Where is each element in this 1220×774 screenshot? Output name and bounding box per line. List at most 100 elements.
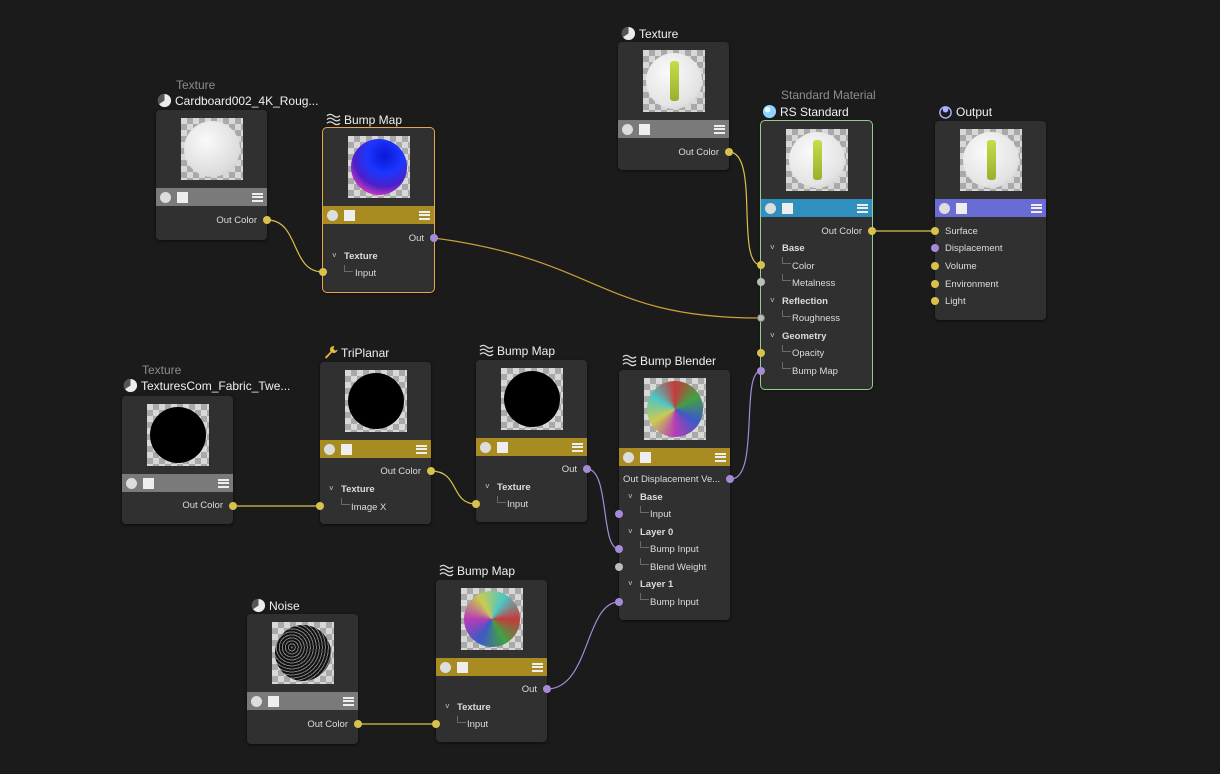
node-title[interactable]: TriPlanar [323, 345, 389, 360]
node-title[interactable]: Bump Map [439, 563, 515, 578]
menu-icon[interactable] [343, 696, 354, 706]
dollar-icon[interactable] [939, 202, 950, 214]
port-dot[interactable] [354, 720, 362, 728]
port-dot[interactable] [931, 297, 939, 305]
image-icon[interactable] [268, 695, 279, 707]
menu-icon[interactable] [416, 444, 427, 454]
port-dot[interactable] [931, 280, 939, 288]
chevron-down-icon[interactable]: ˅ [332, 251, 337, 260]
port-dot[interactable] [725, 148, 733, 156]
image-icon[interactable] [956, 202, 967, 214]
bump-blender-node[interactable]: Out Displacement Ve... ˅ Base Input ˅ La… [615, 370, 734, 620]
bump-map-node-1[interactable]: Out ˅ Texture Input [319, 127, 438, 293]
menu-icon[interactable] [252, 192, 263, 202]
dollar-icon[interactable] [765, 202, 776, 214]
texture-node-top[interactable]: Out Color [618, 42, 733, 170]
dollar-icon[interactable] [327, 209, 338, 221]
output-node[interactable]: Surface Displacement Volume Environment … [931, 121, 1046, 320]
port-dot[interactable] [472, 500, 480, 508]
chevron-down-icon[interactable]: ˅ [770, 331, 775, 340]
chevron-down-icon[interactable]: ˅ [628, 492, 633, 501]
menu-icon[interactable] [572, 442, 583, 452]
port-dot[interactable] [757, 278, 765, 286]
port-out-color: Out Color [182, 500, 223, 511]
port-dot[interactable] [583, 465, 591, 473]
port-dot[interactable] [931, 262, 939, 270]
chevron-down-icon[interactable]: ˅ [628, 527, 633, 536]
tree-line [782, 274, 791, 281]
dollar-icon[interactable] [160, 191, 171, 203]
port-dot[interactable] [319, 268, 327, 276]
port-dot[interactable] [615, 563, 623, 571]
image-icon[interactable] [344, 209, 355, 221]
menu-icon[interactable] [714, 124, 725, 134]
image-icon[interactable] [143, 477, 154, 489]
menu-icon[interactable] [1031, 203, 1042, 213]
dollar-icon[interactable] [623, 451, 634, 463]
rs-standard-node[interactable]: Out Color ˅ Base Color Metalness ˅ Refle… [757, 120, 876, 390]
image-icon[interactable] [640, 451, 651, 463]
node-title[interactable]: Bump Map [326, 112, 402, 127]
port-dot[interactable] [931, 244, 939, 252]
texture-node-cardboard[interactable]: Out Color [156, 110, 271, 240]
port-dot[interactable] [757, 314, 765, 322]
chevron-down-icon[interactable]: ˅ [485, 482, 490, 491]
node-title[interactable]: Noise [251, 598, 300, 613]
node-title[interactable]: Bump Blender [622, 353, 716, 368]
port-dot[interactable] [543, 685, 551, 693]
menu-icon[interactable] [419, 210, 430, 220]
port-dot[interactable] [615, 598, 623, 606]
port-dot[interactable] [757, 261, 765, 269]
chevron-down-icon[interactable]: ˅ [770, 296, 775, 305]
wire-blender-to-rs-bump [730, 370, 762, 480]
node-title[interactable]: Bump Map [479, 343, 555, 358]
dollar-icon[interactable] [324, 443, 335, 455]
chevron-down-icon[interactable]: ˅ [628, 579, 633, 588]
dollar-icon[interactable] [622, 123, 633, 135]
port-out-color: Out Color [678, 147, 719, 158]
image-icon[interactable] [782, 202, 793, 214]
port-dot[interactable] [432, 720, 440, 728]
menu-icon[interactable] [532, 662, 543, 672]
chevron-down-icon[interactable]: ˅ [329, 484, 334, 493]
port-dot[interactable] [726, 475, 734, 483]
bump-map-node-2[interactable]: Out ˅ Texture Input [472, 360, 591, 522]
image-icon[interactable] [497, 441, 508, 453]
node-title[interactable]: RS Standard [762, 104, 849, 119]
port-dot[interactable] [615, 510, 623, 518]
bump-map-node-3[interactable]: Out ˅ Texture Input [432, 580, 551, 742]
chevron-down-icon[interactable]: ˅ [770, 243, 775, 252]
port-dot[interactable] [757, 349, 765, 357]
port-bump-input: Bump Input [650, 544, 699, 555]
image-icon[interactable] [639, 123, 650, 135]
port-dot[interactable] [427, 467, 435, 475]
port-dot[interactable] [931, 227, 939, 235]
dollar-icon[interactable] [440, 661, 451, 673]
triplanar-node[interactable]: Out Color ˅ Texture Image X [316, 362, 435, 524]
port-dot[interactable] [615, 545, 623, 553]
node-title[interactable]: TexturesCom_Fabric_Twe... [123, 378, 290, 393]
port-input: Input [507, 499, 529, 510]
port-dot[interactable] [868, 227, 876, 235]
menu-icon[interactable] [857, 203, 868, 213]
dollar-icon[interactable] [126, 477, 137, 489]
image-icon[interactable] [457, 661, 468, 673]
node-title[interactable]: Texture [621, 26, 678, 41]
node-title[interactable]: Cardboard002_4K_Roug... [157, 93, 318, 108]
menu-icon[interactable] [218, 478, 229, 488]
node-title[interactable]: Output [938, 104, 992, 119]
port-dot[interactable] [430, 234, 438, 242]
dollar-icon[interactable] [480, 441, 491, 453]
tree-line [640, 506, 649, 513]
port-dot[interactable] [757, 367, 765, 375]
menu-icon[interactable] [715, 452, 726, 462]
port-dot[interactable] [316, 502, 324, 510]
noise-node[interactable]: Out Color [247, 614, 362, 744]
dollar-icon[interactable] [251, 695, 262, 707]
image-icon[interactable] [341, 443, 352, 455]
chevron-down-icon[interactable]: ˅ [445, 702, 450, 711]
port-dot[interactable] [263, 216, 271, 224]
texture-node-fabric[interactable]: Out Color [122, 396, 237, 524]
image-icon[interactable] [177, 191, 188, 203]
port-dot[interactable] [229, 502, 237, 510]
